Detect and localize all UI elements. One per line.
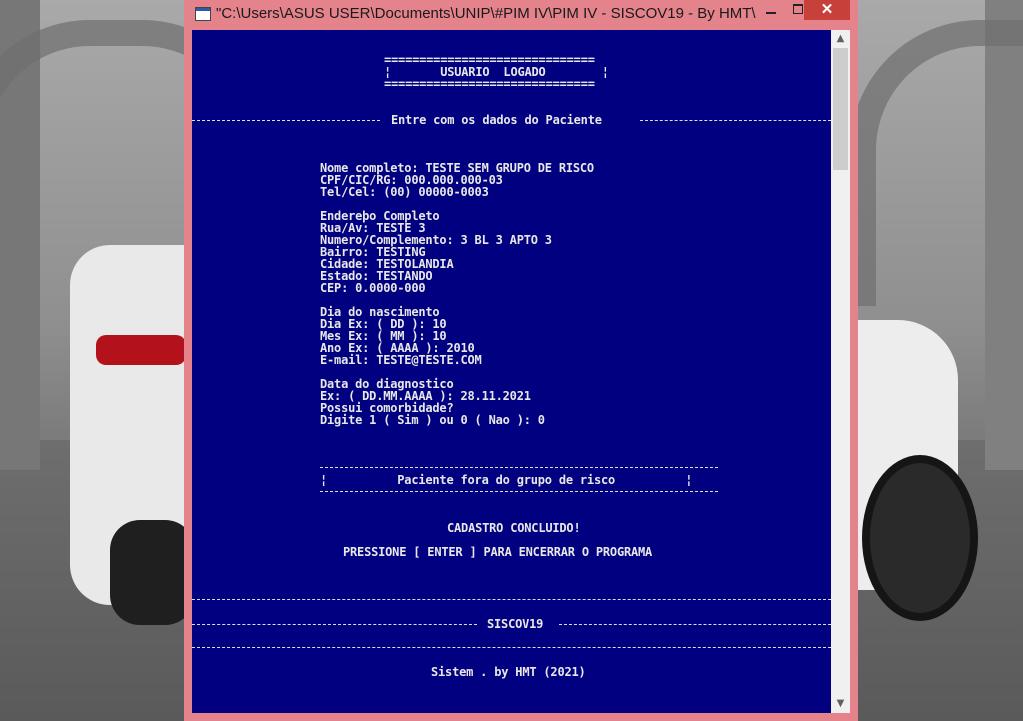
- scroll-down-icon[interactable]: ▼: [831, 695, 850, 713]
- footer-credit: Sistem . by HMT (2021): [431, 665, 586, 679]
- wallpaper-car-wheel: [862, 455, 978, 621]
- footer-rule-right: [559, 624, 831, 625]
- app-name: SISCOV19: [487, 617, 544, 631]
- window-title: "C:\Users\ASUS USER\Documents\UNIP\#PIM …: [216, 5, 756, 22]
- field-cep: CEP: 0.0000-000: [320, 281, 426, 295]
- risk-result: ¦ Paciente fora do grupo de risco ¦: [320, 473, 693, 487]
- footer-rule-1: [192, 599, 831, 600]
- field-comorbidade-answer: Digite 1 ( Sim ) ou 0 ( Nao ): 0: [320, 413, 545, 427]
- scroll-up-icon[interactable]: ▲: [831, 30, 850, 48]
- close-button[interactable]: ✕: [804, 0, 850, 20]
- risk-box-bottom: [320, 491, 718, 492]
- close-icon: ✕: [820, 1, 834, 18]
- scrollbar-thumb[interactable]: [833, 48, 848, 170]
- console-window: "C:\Users\ASUS USER\Documents\UNIP\#PIM …: [184, 0, 858, 721]
- field-email: E-mail: TESTE@TESTE.COM: [320, 353, 482, 367]
- minimize-button[interactable]: [757, 0, 785, 22]
- section-rule-right: [640, 120, 831, 121]
- field-tel: Tel/Cel: (00) 00000-0003: [320, 185, 489, 199]
- cadastro-concluido: CADASTRO CONCLUIDO!: [447, 521, 581, 535]
- header-border-bottom: ==============================: [384, 77, 595, 91]
- console-app-icon[interactable]: [195, 7, 211, 21]
- section-title: Entre com os dados do Paciente: [391, 113, 602, 127]
- vertical-scrollbar[interactable]: ▲ ▼: [831, 30, 850, 713]
- title-bar[interactable]: "C:\Users\ASUS USER\Documents\UNIP\#PIM …: [184, 0, 858, 30]
- risk-box-top: [320, 467, 718, 468]
- section-rule-left: [192, 120, 380, 121]
- wallpaper-car-taillight: [96, 335, 186, 365]
- press-enter-prompt: PRESSIONE [ ENTER ] PARA ENCERRAR O PROG…: [343, 545, 653, 559]
- footer-rule-left: [192, 624, 477, 625]
- wallpaper-arch-right: [850, 20, 1023, 306]
- wallpaper-car-tire: [110, 520, 195, 625]
- console-output[interactable]: ============================== ¦ USUARIO…: [192, 30, 831, 713]
- footer-rule-2: [192, 647, 831, 648]
